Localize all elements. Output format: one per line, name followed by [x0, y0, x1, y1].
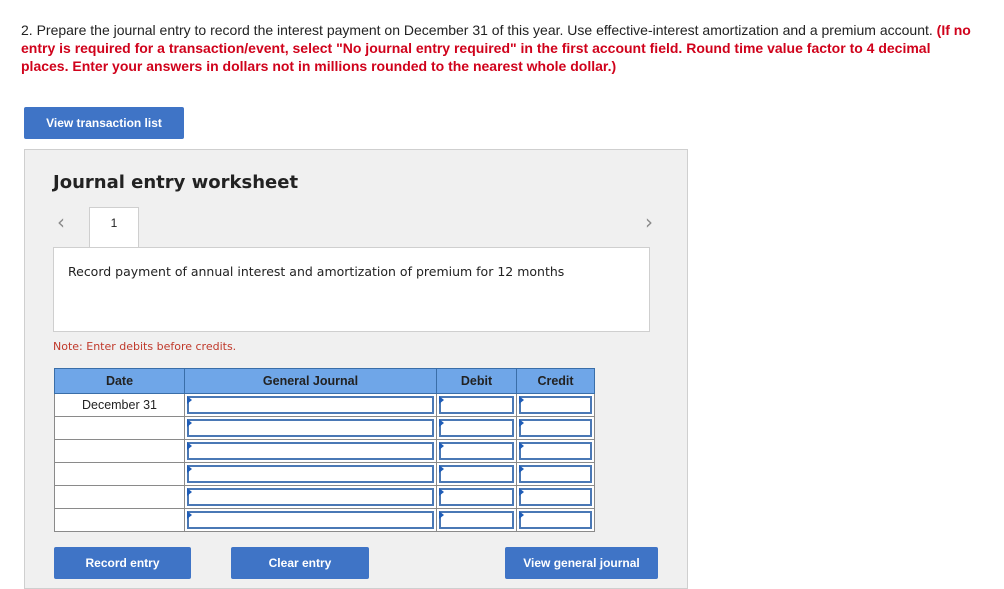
debit-cell: [436, 508, 517, 532]
debit-cell: [436, 462, 517, 486]
table-row: December 31: [54, 393, 595, 417]
transaction-description: Record payment of annual interest and am…: [53, 247, 650, 332]
question-text: 2. Prepare the journal entry to record t…: [21, 21, 981, 75]
account-cell: [184, 416, 437, 440]
debit-input[interactable]: [439, 396, 514, 414]
view-transaction-list-button[interactable]: View transaction list: [24, 107, 184, 139]
credit-input[interactable]: [519, 396, 592, 414]
debit-input[interactable]: [439, 442, 514, 460]
clear-entry-button[interactable]: Clear entry: [231, 547, 369, 579]
chevron-left-icon[interactable]: ‹: [57, 210, 65, 234]
header-debit: Debit: [436, 368, 517, 394]
account-input[interactable]: [187, 442, 434, 460]
debit-cell: [436, 393, 517, 417]
account-cell: [184, 485, 437, 509]
account-input[interactable]: [187, 396, 434, 414]
credit-cell: [516, 439, 595, 463]
date-cell[interactable]: December 31: [54, 393, 185, 417]
credit-cell: [516, 508, 595, 532]
table-row: [54, 416, 595, 440]
table-header-row: Date General Journal Debit Credit: [54, 368, 595, 394]
date-cell[interactable]: [54, 439, 185, 463]
table-row: [54, 485, 595, 509]
credit-input[interactable]: [519, 488, 592, 506]
chevron-right-icon[interactable]: ›: [645, 210, 653, 234]
date-cell[interactable]: [54, 416, 185, 440]
credit-cell: [516, 462, 595, 486]
debit-input[interactable]: [439, 511, 514, 529]
date-cell[interactable]: [54, 462, 185, 486]
question-prompt: 2. Prepare the journal entry to record t…: [21, 22, 937, 38]
journal-table: Date General Journal Debit Credit Decemb…: [54, 368, 595, 532]
credit-input[interactable]: [519, 511, 592, 529]
date-cell[interactable]: [54, 508, 185, 532]
credit-input[interactable]: [519, 442, 592, 460]
account-input[interactable]: [187, 511, 434, 529]
debits-credits-note: Note: Enter debits before credits.: [53, 340, 237, 353]
credit-input[interactable]: [519, 419, 592, 437]
debit-input[interactable]: [439, 419, 514, 437]
credit-input[interactable]: [519, 465, 592, 483]
account-input[interactable]: [187, 465, 434, 483]
debit-cell: [436, 416, 517, 440]
tab-entry-1[interactable]: 1: [89, 207, 139, 249]
table-row: [54, 508, 595, 532]
credit-cell: [516, 393, 595, 417]
account-input[interactable]: [187, 488, 434, 506]
account-cell: [184, 462, 437, 486]
view-general-journal-button[interactable]: View general journal: [505, 547, 658, 579]
debit-input[interactable]: [439, 465, 514, 483]
journal-entry-worksheet: Journal entry worksheet ‹ › 1 Record pay…: [24, 149, 688, 589]
worksheet-title: Journal entry worksheet: [53, 172, 299, 193]
date-cell[interactable]: [54, 485, 185, 509]
debit-cell: [436, 439, 517, 463]
table-row: [54, 439, 595, 463]
debit-input[interactable]: [439, 488, 514, 506]
header-date: Date: [54, 368, 185, 394]
record-entry-button[interactable]: Record entry: [54, 547, 191, 579]
header-general-journal: General Journal: [184, 368, 437, 394]
header-credit: Credit: [516, 368, 595, 394]
account-cell: [184, 508, 437, 532]
account-cell: [184, 393, 437, 417]
credit-cell: [516, 485, 595, 509]
account-cell: [184, 439, 437, 463]
credit-cell: [516, 416, 595, 440]
account-input[interactable]: [187, 419, 434, 437]
debit-cell: [436, 485, 517, 509]
table-row: [54, 462, 595, 486]
